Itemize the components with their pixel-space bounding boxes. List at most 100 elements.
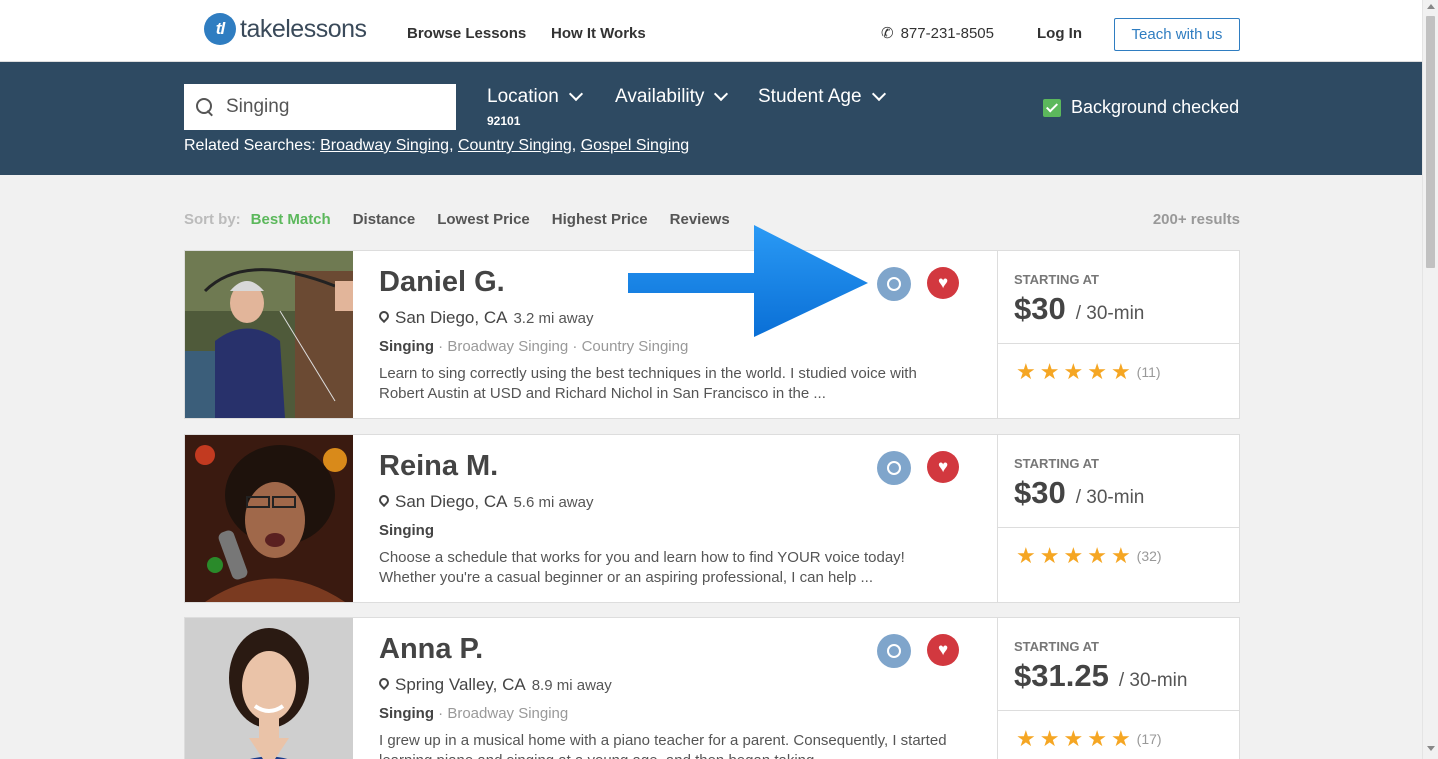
star-icon: ★	[1063, 359, 1084, 384]
star-icon: ★	[1110, 726, 1131, 751]
teacher-subjects: Singing · Broadway Singing · Country Sin…	[379, 338, 688, 355]
location-zip: 92101	[487, 114, 521, 128]
price-column: STARTING AT $30 / 30-min ★ ★ ★ ★ ★ (32)	[997, 435, 1239, 602]
rating[interactable]: ★ ★ ★ ★ ★ (11)	[998, 344, 1239, 383]
teacher-main-subject: Singing	[379, 705, 434, 722]
star-icon: ★	[1016, 359, 1036, 384]
award-badge-icon[interactable]	[877, 267, 911, 301]
teacher-photo[interactable]	[185, 618, 353, 759]
star-icon: ★	[1039, 726, 1060, 751]
nav-browse-lessons[interactable]: Browse Lessons	[407, 25, 526, 42]
teacher-card[interactable]: Anna P. Spring Valley, CA 8.9 mi away Si…	[184, 617, 1240, 759]
location-filter-label: Location	[487, 86, 559, 107]
chevron-down-icon	[568, 86, 583, 102]
teacher-photo[interactable]	[185, 435, 353, 602]
teacher-main-subject: Singing	[379, 522, 434, 539]
teacher-other-subjects: · Broadway Singing	[438, 705, 569, 722]
teach-with-us-button[interactable]: Teach with us	[1114, 18, 1240, 51]
teacher-distance: 5.6 mi away	[513, 493, 594, 511]
search-box[interactable]	[184, 84, 456, 130]
phone-link[interactable]: ✆ 877-231-8505	[881, 24, 994, 43]
review-count[interactable]: (32)	[1137, 548, 1162, 564]
price-unit: / 30-min	[1075, 487, 1145, 508]
related-link-broadway-singing[interactable]: Broadway Singing	[320, 137, 449, 154]
star-icon: ★	[1087, 543, 1107, 568]
availability-filter[interactable]: Availability	[615, 86, 729, 108]
checkbox-icon[interactable]	[1043, 98, 1061, 117]
teacher-city: San Diego, CA	[395, 308, 508, 327]
price-line: $30 / 30-min	[1014, 475, 1239, 511]
arrow-annotation	[628, 225, 868, 337]
related-link-country-singing[interactable]: Country Singing	[458, 137, 572, 154]
related-link-gospel-singing[interactable]: Gospel Singing	[581, 137, 690, 154]
pin-icon	[379, 311, 389, 325]
star-icon: ★	[1087, 726, 1107, 751]
teacher-photo[interactable]	[185, 251, 353, 418]
availability-filter-label: Availability	[615, 86, 705, 107]
teacher-location: San Diego, CA 5.6 mi away	[379, 492, 594, 512]
award-badge-icon[interactable]	[877, 634, 911, 668]
teacher-subjects: Singing · Broadway Singing	[379, 705, 568, 722]
related-searches: Related Searches: Broadway Singing, Coun…	[184, 137, 690, 154]
teacher-description: Choose a schedule that works for you and…	[379, 549, 905, 586]
review-count[interactable]: (11)	[1137, 364, 1161, 380]
teacher-location: San Diego, CA 3.2 mi away	[379, 308, 594, 328]
price-value: $30	[1014, 291, 1066, 326]
teacher-card[interactable]: Reina M. San Diego, CA 5.6 mi away Singi…	[184, 434, 1240, 603]
favorite-heart-icon[interactable]: ♥	[927, 267, 959, 299]
related-searches-label: Related Searches:	[184, 137, 316, 154]
background-checked-toggle[interactable]: Background checked	[1043, 97, 1239, 118]
phone-number: 877-231-8505	[900, 24, 994, 42]
favorite-heart-icon[interactable]: ♥	[927, 634, 959, 666]
star-icon: ★	[1087, 359, 1107, 384]
sort-distance[interactable]: Distance	[353, 211, 416, 228]
scroll-up-icon[interactable]	[1427, 4, 1435, 9]
price-unit: / 30-min	[1075, 303, 1145, 324]
price-line: $30 / 30-min	[1014, 291, 1239, 327]
teacher-description: I grew up in a musical home with a piano…	[379, 732, 947, 759]
logo-mark-icon: tl	[204, 13, 236, 45]
favorite-heart-icon[interactable]: ♥	[927, 451, 959, 483]
star-icon: ★	[1063, 726, 1084, 751]
price-block: STARTING AT $30 / 30-min	[998, 435, 1239, 528]
star-icon: ★	[1039, 543, 1060, 568]
sort-best-match[interactable]: Best Match	[251, 211, 331, 228]
teacher-name[interactable]: Reina M.	[379, 450, 498, 483]
price-unit: / 30-min	[1118, 670, 1188, 691]
price-column: STARTING AT $31.25 / 30-min ★ ★ ★ ★ ★ (1…	[997, 618, 1239, 759]
sort-lowest-price[interactable]: Lowest Price	[437, 211, 530, 228]
scroll-down-icon[interactable]	[1427, 746, 1435, 751]
scroll-thumb[interactable]	[1426, 16, 1435, 268]
review-count[interactable]: (17)	[1137, 731, 1162, 747]
chevron-down-icon	[871, 86, 886, 102]
starting-at-label: STARTING AT	[1014, 456, 1099, 471]
search-input[interactable]	[226, 96, 446, 118]
background-checked-label: Background checked	[1071, 97, 1240, 117]
top-navigation: tl takelessons Browse Lessons How It Wor…	[0, 0, 1422, 62]
takelessons-logo[interactable]: tl takelessons	[204, 13, 367, 45]
star-icon: ★	[1016, 726, 1036, 751]
rating[interactable]: ★ ★ ★ ★ ★ (32)	[998, 528, 1239, 567]
price-column: STARTING AT $30 / 30-min ★ ★ ★ ★ ★ (11)	[997, 251, 1239, 418]
award-badge-icon[interactable]	[877, 451, 911, 485]
star-icon: ★	[1063, 543, 1084, 568]
price-block: STARTING AT $31.25 / 30-min	[998, 618, 1239, 711]
nav-how-it-works[interactable]: How It Works	[551, 25, 646, 42]
student-age-filter[interactable]: Student Age	[758, 86, 886, 108]
rating[interactable]: ★ ★ ★ ★ ★ (17)	[998, 711, 1239, 750]
pin-icon	[379, 678, 389, 692]
location-filter[interactable]: Location	[487, 86, 583, 108]
sort-label: Sort by:	[184, 211, 241, 228]
vertical-scrollbar[interactable]	[1422, 0, 1438, 759]
search-filter-bar: Location 92101 Availability Student Age …	[0, 62, 1422, 175]
teacher-subjects: Singing	[379, 522, 434, 539]
teacher-name[interactable]: Daniel G.	[379, 266, 505, 299]
price-block: STARTING AT $30 / 30-min	[998, 251, 1239, 344]
star-icon: ★	[1016, 543, 1036, 568]
teacher-name[interactable]: Anna P.	[379, 633, 483, 666]
login-link[interactable]: Log In	[1037, 25, 1082, 42]
search-icon	[196, 98, 214, 116]
teacher-main-subject: Singing	[379, 338, 434, 355]
chevron-down-icon	[714, 86, 729, 102]
phone-icon: ✆	[881, 25, 894, 42]
